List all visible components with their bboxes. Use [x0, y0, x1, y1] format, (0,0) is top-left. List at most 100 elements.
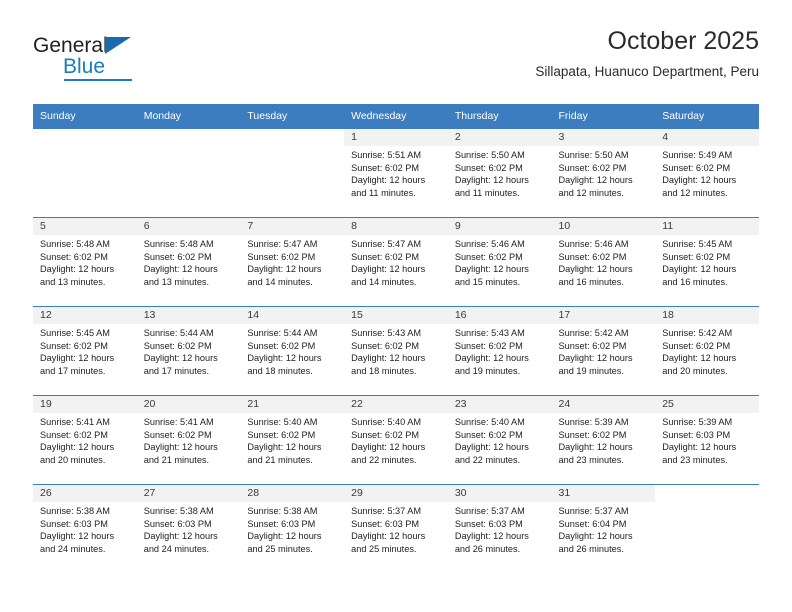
- daylight-text-line1: Daylight: 12 hours: [558, 442, 633, 453]
- day-details: Sunrise: 5:42 AM Sunset: 6:02 PM Daylight:…: [655, 324, 759, 377]
- calendar-day-cell[interactable]: 14 Sunrise: 5:44 AM Sunset: 6:02 PM Dayligh…: [240, 306, 345, 396]
- sunrise-text: Sunrise: 5:43 AM: [351, 328, 422, 338]
- calendar-day: 16 Sunrise: 5:43 AM Sunset: 6:02 PM Dayligh…: [447, 307, 552, 395]
- calendar-day-cell[interactable]: [240, 128, 345, 218]
- sunset-text: Sunset: 6:02 PM: [143, 429, 212, 440]
- day-number: 13: [136, 307, 241, 324]
- day-number: 22: [344, 396, 448, 413]
- calendar-day-cell[interactable]: 10 Sunrise: 5:46 AM Sunset: 6:02 PM Dayligh…: [551, 217, 656, 307]
- day-details: Sunrise: 5:41 AM Sunset: 6:02 PM Daylight:…: [33, 413, 137, 466]
- calendar-day-cell[interactable]: 30 Sunrise: 5:37 AM Sunset: 6:03 PM Dayligh…: [447, 484, 552, 573]
- daylight-text-line2: and 19 minutes.: [454, 365, 521, 376]
- day-details: Sunrise: 5:38 AM Sunset: 6:03 PM Daylight:…: [240, 502, 344, 555]
- calendar-day-cell[interactable]: [655, 484, 759, 573]
- calendar-day-cell[interactable]: 26 Sunrise: 5:38 AM Sunset: 6:03 PM Dayligh…: [33, 484, 137, 573]
- sunrise-text: Sunrise: 5:51 AM: [351, 150, 422, 160]
- daylight-text-line1: Daylight: 12 hours: [351, 353, 426, 364]
- sunrise-text: Sunrise: 5:38 AM: [247, 506, 318, 516]
- calendar-day-cell[interactable]: 3 Sunrise: 5:50 AM Sunset: 6:02 PM Daylight…: [551, 128, 656, 218]
- daylight-text-line1: Daylight: 12 hours: [40, 264, 115, 275]
- calendar-day-cell[interactable]: [33, 128, 137, 218]
- sunrise-text: Sunrise: 5:49 AM: [662, 150, 733, 160]
- calendar-day-cell[interactable]: 23 Sunrise: 5:40 AM Sunset: 6:02 PM Dayligh…: [447, 395, 552, 485]
- calendar-day: 15 Sunrise: 5:43 AM Sunset: 6:02 PM Dayligh…: [344, 307, 448, 395]
- calendar-day: 18 Sunrise: 5:42 AM Sunset: 6:02 PM Dayligh…: [655, 307, 759, 395]
- sunset-text: Sunset: 6:02 PM: [454, 340, 523, 351]
- sunset-text: Sunset: 6:02 PM: [247, 340, 316, 351]
- calendar-day-empty: [240, 129, 345, 217]
- calendar-day-cell[interactable]: 28 Sunrise: 5:38 AM Sunset: 6:03 PM Dayligh…: [240, 484, 345, 573]
- calendar-day-cell[interactable]: 7 Sunrise: 5:47 AM Sunset: 6:02 PM Daylight…: [240, 217, 345, 307]
- calendar-day: 7 Sunrise: 5:47 AM Sunset: 6:02 PM Daylight…: [240, 218, 345, 306]
- calendar-day-cell[interactable]: 8 Sunrise: 5:47 AM Sunset: 6:02 PM Daylight…: [344, 217, 448, 307]
- sunset-text: Sunset: 6:04 PM: [558, 518, 627, 529]
- sunrise-text: Sunrise: 5:42 AM: [558, 328, 629, 338]
- calendar-day-cell[interactable]: 5 Sunrise: 5:48 AM Sunset: 6:02 PM Daylight…: [33, 217, 137, 307]
- daylight-text-line1: Daylight: 12 hours: [247, 264, 322, 275]
- calendar-day-cell[interactable]: 15 Sunrise: 5:43 AM Sunset: 6:02 PM Dayligh…: [344, 306, 448, 396]
- day-number: 27: [136, 485, 241, 502]
- sunrise-text: Sunrise: 5:37 AM: [558, 506, 629, 516]
- calendar-day-cell[interactable]: 6 Sunrise: 5:48 AM Sunset: 6:02 PM Daylight…: [136, 217, 241, 307]
- calendar-day-cell[interactable]: 29 Sunrise: 5:37 AM Sunset: 6:03 PM Dayligh…: [344, 484, 448, 573]
- calendar-day: 25 Sunrise: 5:39 AM Sunset: 6:03 PM Dayligh…: [655, 396, 759, 484]
- calendar-day-cell[interactable]: 18 Sunrise: 5:42 AM Sunset: 6:02 PM Dayligh…: [655, 306, 759, 396]
- sunset-text: Sunset: 6:02 PM: [454, 429, 523, 440]
- sunrise-text: Sunrise: 5:44 AM: [247, 328, 318, 338]
- sunset-text: Sunset: 6:02 PM: [662, 340, 731, 351]
- daylight-text-line1: Daylight: 12 hours: [454, 442, 529, 453]
- logo-blue-text: Blue: [63, 55, 106, 78]
- daylight-text-line1: Daylight: 12 hours: [247, 531, 322, 542]
- weekday-header-friday: Friday: [551, 104, 656, 129]
- calendar-day-cell[interactable]: 24 Sunrise: 5:39 AM Sunset: 6:02 PM Dayligh…: [551, 395, 656, 485]
- calendar-day-cell[interactable]: 22 Sunrise: 5:40 AM Sunset: 6:02 PM Dayligh…: [344, 395, 448, 485]
- calendar-day: 30 Sunrise: 5:37 AM Sunset: 6:03 PM Dayligh…: [447, 485, 552, 573]
- daylight-text-line2: and 19 minutes.: [558, 365, 624, 376]
- day-details: Sunrise: 5:39 AM Sunset: 6:03 PM Daylight:…: [655, 413, 759, 466]
- sunrise-text: Sunrise: 5:37 AM: [351, 506, 422, 516]
- day-number: 25: [655, 396, 759, 413]
- general-blue-logo[interactable]: General Blue: [33, 34, 213, 90]
- calendar-day-cell[interactable]: 20 Sunrise: 5:41 AM Sunset: 6:02 PM Dayligh…: [136, 395, 241, 485]
- weekday-header-monday: Monday: [136, 104, 241, 129]
- daylight-text-line2: and 13 minutes.: [40, 276, 106, 287]
- day-details: Sunrise: 5:45 AM Sunset: 6:02 PM Daylight:…: [655, 235, 759, 288]
- calendar-day: 3 Sunrise: 5:50 AM Sunset: 6:02 PM Daylight…: [551, 129, 656, 217]
- sunrise-text: Sunrise: 5:39 AM: [662, 417, 733, 427]
- daylight-text-line2: and 20 minutes.: [40, 454, 106, 465]
- calendar-day-cell[interactable]: 2 Sunrise: 5:50 AM Sunset: 6:02 PM Daylight…: [447, 128, 552, 218]
- calendar-day-cell[interactable]: 25 Sunrise: 5:39 AM Sunset: 6:03 PM Dayligh…: [655, 395, 759, 485]
- calendar-day-cell[interactable]: 19 Sunrise: 5:41 AM Sunset: 6:02 PM Dayligh…: [33, 395, 137, 485]
- calendar-day-cell[interactable]: 21 Sunrise: 5:40 AM Sunset: 6:02 PM Dayligh…: [240, 395, 345, 485]
- calendar-day-cell[interactable]: 4 Sunrise: 5:49 AM Sunset: 6:02 PM Daylight…: [655, 128, 759, 218]
- calendar-day-cell[interactable]: 1 Sunrise: 5:51 AM Sunset: 6:02 PM Daylight…: [344, 128, 448, 218]
- daylight-text-line2: and 16 minutes.: [558, 276, 624, 287]
- sunrise-text: Sunrise: 5:45 AM: [662, 239, 733, 249]
- sunset-text: Sunset: 6:02 PM: [454, 162, 523, 173]
- sunrise-text: Sunrise: 5:40 AM: [351, 417, 422, 427]
- calendar-week-row: 26 Sunrise: 5:38 AM Sunset: 6:03 PM Dayligh…: [33, 484, 759, 573]
- calendar-day-cell[interactable]: 9 Sunrise: 5:46 AM Sunset: 6:02 PM Daylight…: [447, 217, 552, 307]
- day-details: Sunrise: 5:42 AM Sunset: 6:02 PM Daylight:…: [552, 324, 656, 377]
- day-details: Sunrise: 5:40 AM Sunset: 6:02 PM Daylight:…: [448, 413, 552, 466]
- weekday-header-saturday: Saturday: [655, 104, 759, 129]
- calendar-day-cell[interactable]: 13 Sunrise: 5:44 AM Sunset: 6:02 PM Dayligh…: [136, 306, 241, 396]
- daylight-text-line2: and 20 minutes.: [662, 365, 728, 376]
- calendar-day-cell[interactable]: [136, 128, 241, 218]
- calendar-day-cell[interactable]: 11 Sunrise: 5:45 AM Sunset: 6:02 PM Dayligh…: [655, 217, 759, 307]
- calendar-day-cell[interactable]: 17 Sunrise: 5:42 AM Sunset: 6:02 PM Dayligh…: [551, 306, 656, 396]
- day-details: Sunrise: 5:46 AM Sunset: 6:02 PM Daylight:…: [552, 235, 656, 288]
- calendar-day-cell[interactable]: 31 Sunrise: 5:37 AM Sunset: 6:04 PM Dayligh…: [551, 484, 656, 573]
- sunrise-text: Sunrise: 5:38 AM: [143, 506, 214, 516]
- day-number: 1: [344, 129, 448, 146]
- daylight-text-line1: Daylight: 12 hours: [143, 531, 218, 542]
- day-details: Sunrise: 5:50 AM Sunset: 6:02 PM Daylight:…: [448, 146, 552, 199]
- sunset-text: Sunset: 6:03 PM: [143, 518, 212, 529]
- day-details: Sunrise: 5:44 AM Sunset: 6:02 PM Daylight:…: [137, 324, 241, 377]
- day-details: Sunrise: 5:38 AM Sunset: 6:03 PM Daylight:…: [33, 502, 137, 555]
- sunrise-text: Sunrise: 5:37 AM: [454, 506, 525, 516]
- calendar-day-cell[interactable]: 16 Sunrise: 5:43 AM Sunset: 6:02 PM Dayligh…: [447, 306, 552, 396]
- calendar-day-empty: [655, 485, 759, 573]
- calendar-day-cell[interactable]: 12 Sunrise: 5:45 AM Sunset: 6:02 PM Dayligh…: [33, 306, 137, 396]
- calendar-day-cell[interactable]: 27 Sunrise: 5:38 AM Sunset: 6:03 PM Dayligh…: [136, 484, 241, 573]
